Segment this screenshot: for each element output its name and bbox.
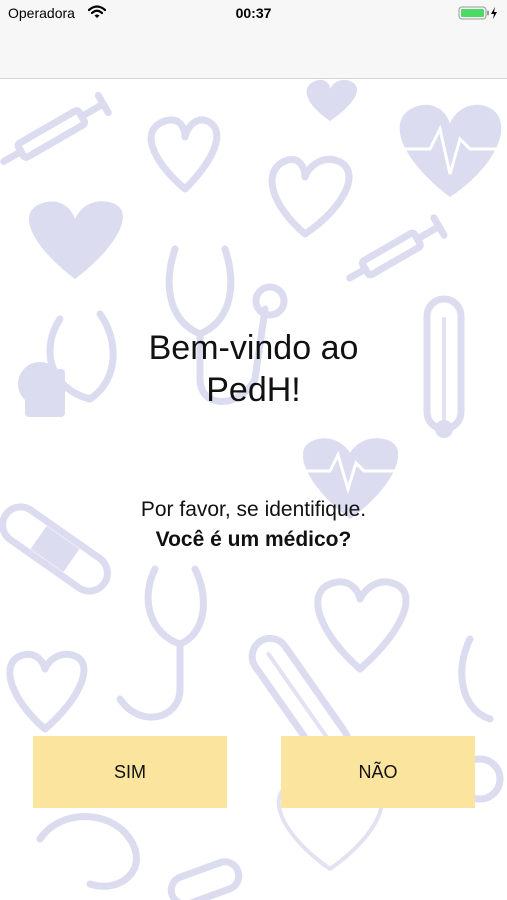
syringe-icon (0, 91, 112, 165)
stethoscope-icon (116, 565, 207, 721)
identify-instruction: Por favor, se identifique. (140, 498, 367, 521)
heart-icon (306, 79, 358, 121)
heart-outline-icon (268, 156, 353, 238)
heart-outline-icon (6, 650, 88, 733)
stethoscope-icon (36, 813, 140, 890)
doctor-question: Você é um médico? (155, 528, 352, 551)
syringe-icon (346, 214, 448, 282)
heart-outline-icon (147, 116, 221, 193)
status-time: 00:37 (235, 5, 272, 21)
welcome-screen: Bem-vindo ao PedH! Por favor, se identif… (0, 79, 507, 900)
welcome-title: Bem-vindo ao PedH! (0, 327, 507, 411)
welcome-title-line-1: Bem-vindo ao (148, 329, 359, 367)
heart-ekg-icon (395, 104, 507, 197)
heart-outline-icon (314, 578, 410, 673)
navigation-bar (0, 28, 507, 79)
no-button[interactable]: NÃO (281, 736, 475, 808)
battery-icon (458, 6, 497, 20)
yes-button[interactable]: SIM (33, 736, 227, 808)
welcome-title-line-2: PedH! (206, 371, 301, 409)
status-bar: Operadora 00:37 (0, 0, 507, 28)
bandage-icon (167, 858, 243, 900)
heart-icon (28, 201, 123, 279)
identify-prompt: Por favor, se identifique. Você é um méd… (0, 495, 507, 555)
charging-bolt-icon (491, 7, 497, 19)
